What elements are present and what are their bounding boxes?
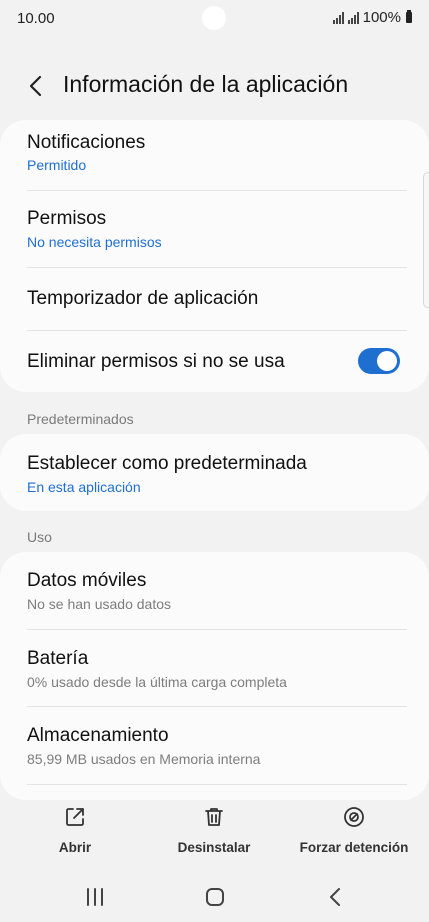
divider [27, 784, 407, 785]
notifications-row[interactable]: Notificaciones Permitido [0, 120, 429, 190]
section-label-usage: Uso [27, 529, 52, 545]
app-timer-row[interactable]: Temporizador de aplicación [0, 268, 429, 330]
row-subtitle: No necesita permisos [27, 234, 162, 250]
defaults-card: Establecer como predeterminada En esta a… [0, 434, 429, 511]
row-subtitle: 85,99 MB usados en Memoria interna [27, 751, 261, 767]
storage-row[interactable]: Almacenamiento 85,99 MB usados en Memori… [0, 707, 429, 784]
permissions-row[interactable]: Permisos No necesita permisos [0, 191, 429, 267]
set-as-default-row[interactable]: Establecer como predeterminada En esta a… [0, 434, 429, 511]
status-bar: 10.00 100% [0, 0, 429, 36]
row-subtitle: En esta aplicación [27, 479, 141, 495]
battery-percent: 100% [362, 9, 401, 26]
open-label: Abrir [58, 840, 92, 855]
remove-permissions-toggle[interactable] [358, 348, 400, 374]
status-time: 10.00 [17, 10, 55, 27]
signal-icon [347, 11, 359, 24]
recent-apps-button[interactable] [80, 885, 110, 909]
stop-circle-icon [344, 807, 364, 827]
row-title: Almacenamiento [27, 725, 169, 746]
front-camera [202, 6, 226, 30]
row-subtitle: No se han usado datos [27, 596, 171, 612]
back-button[interactable] [22, 72, 50, 100]
row-subtitle: 0% usado desde la última carga completa [27, 674, 287, 690]
signal-icon [332, 11, 344, 24]
usage-card: Datos móviles No se han usado datos Bate… [0, 552, 429, 800]
battery-row[interactable]: Batería 0% usado desde la última carga c… [0, 630, 429, 706]
open-external-icon [66, 808, 84, 826]
home-button[interactable] [200, 885, 230, 909]
page-title: Información de la aplicación [63, 71, 349, 97]
app-header: Información de la aplicación [0, 60, 429, 110]
scroll-handle[interactable] [423, 172, 429, 308]
row-title: Datos móviles [27, 570, 147, 591]
force-stop-label: Forzar detención [299, 840, 409, 855]
trash-icon [205, 808, 223, 826]
status-icons: 100% [332, 9, 412, 26]
recent-apps-icon [87, 888, 103, 906]
row-subtitle: Permitido [27, 157, 87, 173]
uninstall-button[interactable]: Desinstalar [164, 805, 264, 865]
row-title: Notificaciones [27, 132, 146, 153]
uninstall-label: Desinstalar [177, 840, 251, 855]
mobile-data-row[interactable]: Datos móviles No se han usado datos [0, 552, 429, 629]
back-icon [330, 888, 340, 906]
row-title: Temporizador de aplicación [27, 288, 259, 309]
home-icon [206, 888, 224, 906]
battery-icon [406, 10, 412, 23]
navigation-bar [0, 875, 429, 922]
section-label-defaults: Predeterminados [27, 411, 134, 427]
force-stop-button[interactable]: Forzar detención [298, 805, 410, 865]
nav-back-button[interactable] [320, 885, 350, 909]
chevron-left-icon [29, 75, 42, 97]
row-title: Eliminar permisos si no se usa [27, 351, 285, 372]
row-title: Establecer como predeterminada [27, 453, 307, 474]
row-title: Permisos [27, 208, 107, 229]
toggle-knob [377, 351, 397, 371]
row-title: Batería [27, 648, 89, 669]
open-button[interactable]: Abrir [40, 805, 110, 865]
